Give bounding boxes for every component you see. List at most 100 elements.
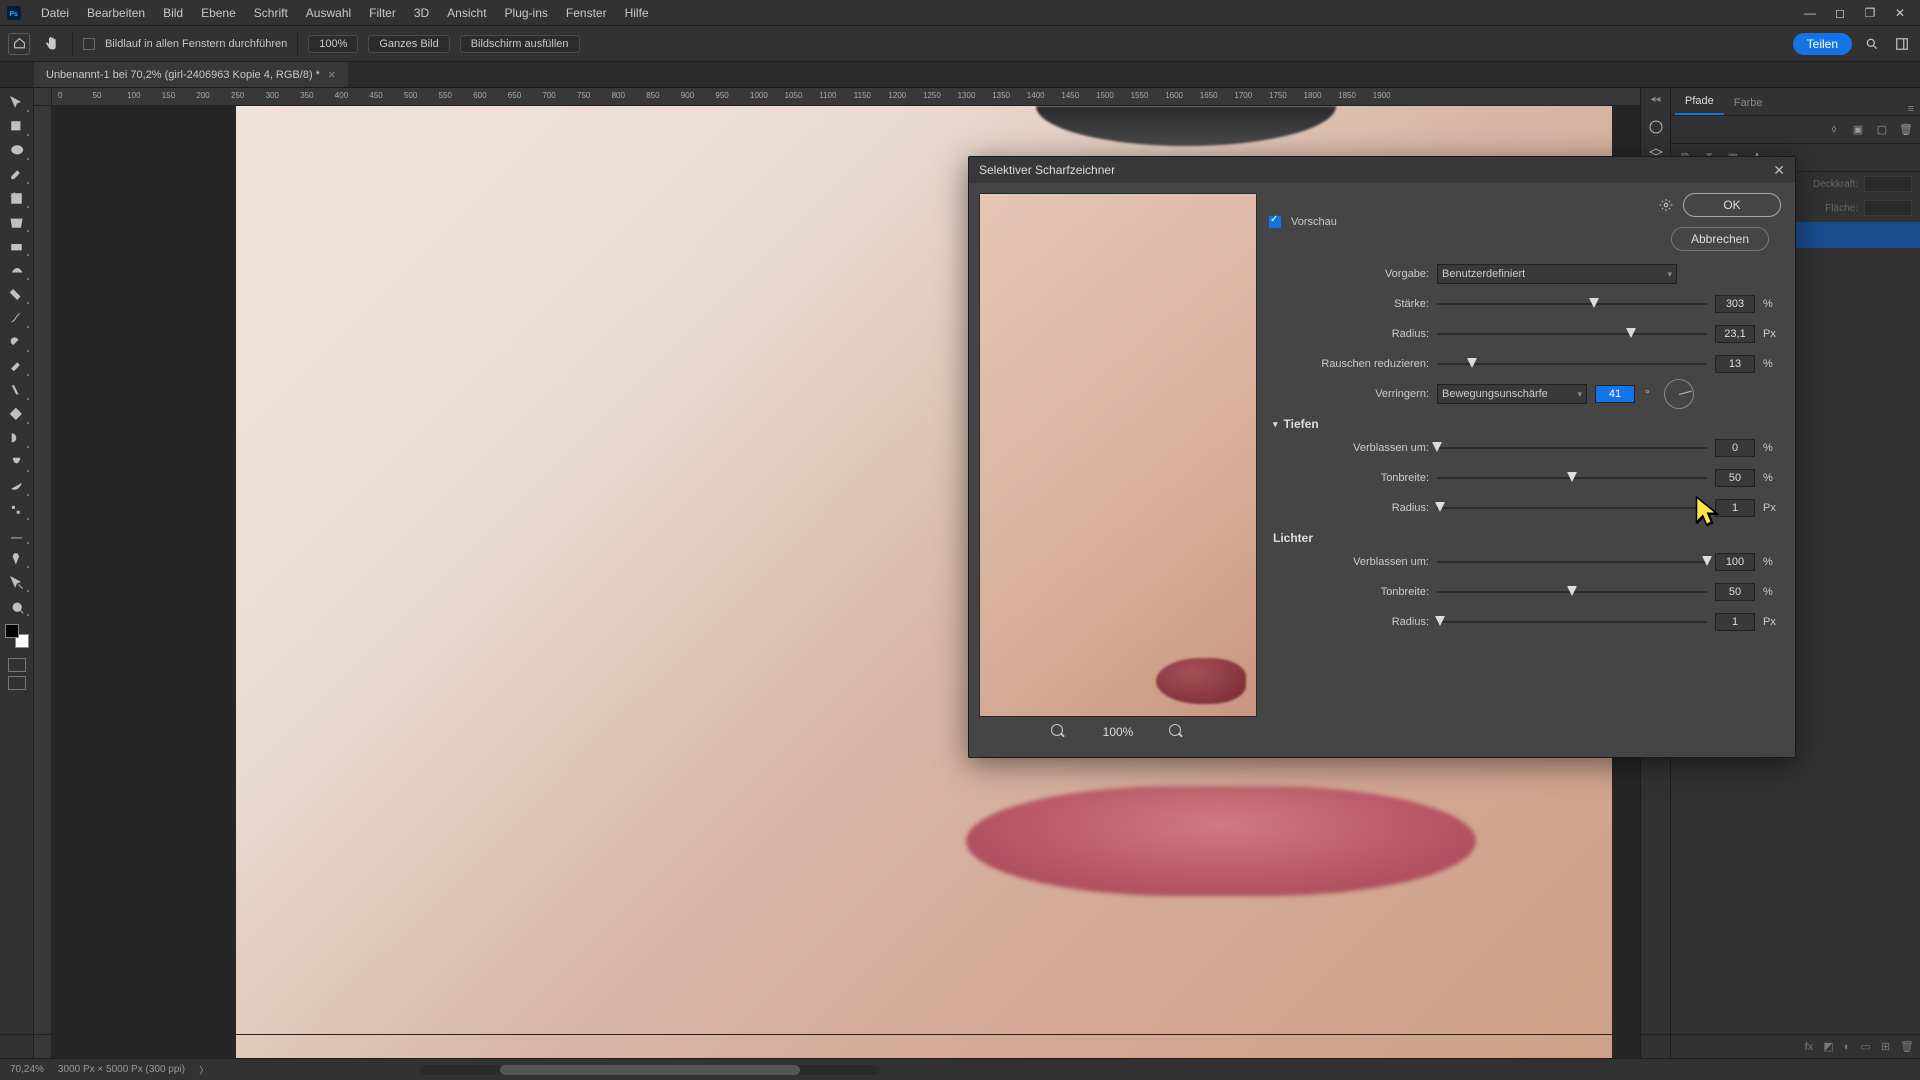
close-tab-icon[interactable]: × [328, 67, 336, 82]
trash-icon[interactable]: 🗑 [1898, 122, 1914, 138]
home-button[interactable] [8, 33, 30, 55]
menu-bearbeiten[interactable]: Bearbeiten [78, 6, 154, 20]
close-window-button[interactable]: ✕ [1886, 4, 1914, 22]
color-swatches[interactable] [5, 624, 29, 648]
zoom-tool[interactable] [3, 570, 31, 594]
lasso-tool[interactable] [3, 138, 31, 162]
shadows-radius-input[interactable]: 1 [1715, 499, 1755, 517]
menu-datei[interactable]: Datei [32, 6, 78, 20]
crop-tool[interactable] [3, 186, 31, 210]
maximize2-button[interactable]: ❐ [1856, 4, 1884, 22]
dodge-tool[interactable] [3, 426, 31, 450]
minimize-button[interactable]: — [1796, 4, 1824, 22]
highlights-radius-slider[interactable] [1437, 615, 1707, 629]
highlights-tonal-slider[interactable] [1437, 585, 1707, 599]
menu-auswahl[interactable]: Auswahl [297, 6, 360, 20]
angle-input[interactable]: 41 [1595, 385, 1635, 403]
dialog-titlebar[interactable]: Selektiver Scharfzeichner ✕ [969, 157, 1795, 183]
angle-dial[interactable] [1664, 379, 1694, 409]
more-tool[interactable] [3, 594, 31, 618]
expand-panels-icon[interactable]: ◂◂ [1650, 94, 1660, 105]
rectangle-tool[interactable] [3, 522, 31, 546]
link-icon[interactable]: ⬨ [1826, 122, 1842, 138]
magic-wand-tool[interactable] [3, 162, 31, 186]
move-tool[interactable] [3, 90, 31, 114]
delete-icon[interactable]: 🗑 [1900, 1040, 1914, 1053]
shadows-tonal-input[interactable]: 50 [1715, 469, 1755, 487]
eyedropper-tool[interactable] [3, 234, 31, 258]
shadows-tonal-slider[interactable] [1437, 471, 1707, 485]
cancel-button[interactable]: Abbrechen [1671, 227, 1769, 251]
menu-ebene[interactable]: Ebene [192, 6, 245, 20]
strength-input[interactable]: 303 [1715, 295, 1755, 313]
close-dialog-icon[interactable]: ✕ [1773, 162, 1785, 179]
settings-gear-icon[interactable] [1659, 198, 1673, 212]
brush-tool[interactable] [3, 282, 31, 306]
radius-slider[interactable] [1437, 327, 1707, 341]
share-button[interactable]: Teilen [1793, 33, 1852, 55]
mask2-icon[interactable]: ◩ [1823, 1040, 1833, 1053]
new-path-icon[interactable]: ▢ [1874, 122, 1890, 138]
gradient-tool[interactable] [3, 378, 31, 402]
document-tab[interactable]: Unbenannt-1 bei 70,2% (girl-2406963 Kopi… [34, 62, 348, 87]
status-caret[interactable]: 〉 [199, 1062, 209, 1077]
eraser-tool[interactable] [3, 354, 31, 378]
hand-tool-icon[interactable] [40, 33, 62, 55]
scroll-all-checkbox[interactable] [83, 38, 95, 50]
zoom-in-icon[interactable] [1169, 724, 1185, 740]
remove-dropdown[interactable]: Bewegungsunschärfe▾ [1437, 384, 1587, 404]
maximize-button[interactable]: ◻ [1826, 4, 1854, 22]
spot-heal-tool[interactable] [3, 258, 31, 282]
horizontal-scrollbar[interactable] [420, 1065, 880, 1075]
fit-screen-button[interactable]: Bildschirm ausfüllen [460, 35, 580, 53]
menu-ansicht[interactable]: Ansicht [438, 6, 495, 20]
clone-stamp-tool[interactable] [3, 306, 31, 330]
highlights-section-header[interactable]: Lichter [1273, 531, 1781, 545]
radius-input[interactable]: 23,1 [1715, 325, 1755, 343]
preview-image[interactable] [979, 193, 1257, 717]
workspace-icon[interactable] [1892, 34, 1912, 54]
pen-tool[interactable] [3, 450, 31, 474]
highlights-fade-input[interactable]: 100 [1715, 553, 1755, 571]
noise-input[interactable]: 13 [1715, 355, 1755, 373]
preview-checkbox[interactable] [1269, 216, 1281, 228]
adjust-icon[interactable]: ◐ [1844, 1041, 1851, 1053]
ok-button[interactable]: OK [1683, 193, 1781, 217]
shadows-fade-input[interactable]: 0 [1715, 439, 1755, 457]
zoom-100-button[interactable]: 100% [308, 35, 358, 53]
mask-icon[interactable]: ▣ [1850, 122, 1866, 138]
menu-hilfe[interactable]: Hilfe [616, 6, 658, 20]
fit-image-button[interactable]: Ganzes Bild [368, 35, 449, 53]
quickmask-icons[interactable] [8, 658, 26, 690]
menu-3d[interactable]: 3D [405, 6, 438, 20]
strength-slider[interactable] [1437, 297, 1707, 311]
new-layer-icon[interactable]: ⊞ [1881, 1040, 1890, 1053]
shadows-radius-slider[interactable] [1437, 501, 1707, 515]
menu-bild[interactable]: Bild [154, 6, 192, 20]
path-select-tool[interactable] [3, 498, 31, 522]
shadows-fade-slider[interactable] [1437, 441, 1707, 455]
type-tool[interactable] [3, 474, 31, 498]
shadows-section-header[interactable]: ▾Tiefen [1273, 417, 1781, 431]
preset-dropdown[interactable]: Benutzerdefiniert▾ [1437, 264, 1677, 284]
menu-filter[interactable]: Filter [360, 6, 405, 20]
menu-fenster[interactable]: Fenster [557, 6, 616, 20]
search-icon[interactable] [1862, 34, 1882, 54]
group-icon[interactable]: ▭ [1860, 1040, 1870, 1053]
blur-tool[interactable] [3, 402, 31, 426]
color-panel-icon[interactable] [1646, 117, 1666, 137]
color-tab[interactable]: Farbe [1724, 92, 1773, 115]
highlights-radius-input[interactable]: 1 [1715, 613, 1755, 631]
zoom-out-icon[interactable] [1051, 724, 1067, 740]
fx-icon[interactable]: fx [1805, 1041, 1814, 1053]
noise-slider[interactable] [1437, 357, 1707, 371]
menu-plug-ins[interactable]: Plug-ins [496, 6, 557, 20]
menu-schrift[interactable]: Schrift [245, 6, 297, 20]
panel-menu-icon[interactable]: ≡ [1902, 103, 1920, 115]
marquee-tool[interactable] [3, 114, 31, 138]
highlights-fade-slider[interactable] [1437, 555, 1707, 569]
frame-tool[interactable] [3, 210, 31, 234]
paths-tab[interactable]: Pfade [1675, 90, 1724, 115]
hand-tool[interactable] [3, 546, 31, 570]
history-brush-tool[interactable] [3, 330, 31, 354]
